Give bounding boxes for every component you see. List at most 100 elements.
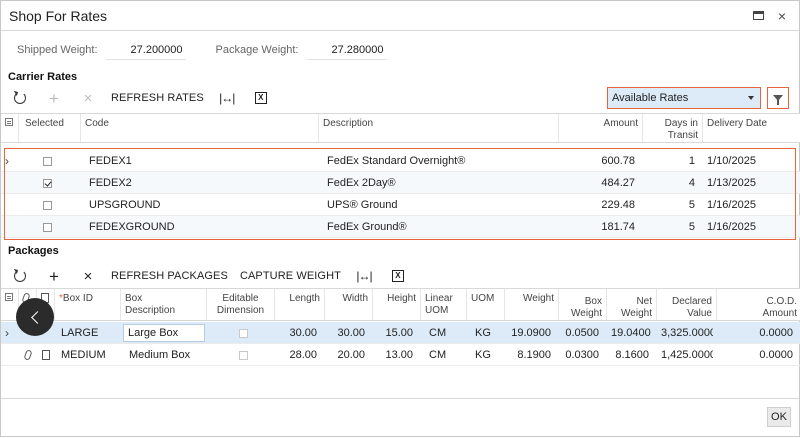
add-package-icon[interactable]: + [43,265,65,287]
packages-header: * Box ID Box Description Editable Dimensi… [1,288,800,321]
col-selected[interactable]: Selected [19,114,81,142]
fit-columns-icon[interactable]: |↔| [216,87,238,109]
rate-amount: 181.74 [601,221,635,233]
col-description[interactable]: Description [319,114,559,142]
col-width[interactable]: Width [325,289,373,320]
col-declared-line1: Declared [671,296,712,307]
shop-for-rates-dialog: Shop For Rates × Shipped Weight: 27.2000… [0,0,800,437]
rates-filter-value: Available Rates [612,92,689,104]
col-box-weight-line2: Weight [571,308,602,319]
col-editable-dimension[interactable]: Editable Dimension [207,289,275,320]
rate-days: 5 [688,221,695,233]
col-declared-value[interactable]: Declared Value [657,289,717,320]
export-excel-icon[interactable]: X [387,265,409,287]
col-net-weight-line2: Weight [621,308,652,319]
editable-dimension-checkbox[interactable] [235,344,255,366]
col-amount[interactable]: Amount [559,114,643,142]
rate-days: 1 [688,155,695,167]
note-icon[interactable] [38,344,54,366]
rate-amount: 484.27 [601,177,635,189]
col-box-weight[interactable]: Box Weight [559,289,607,320]
carrier-rates-title: Carrier Rates [8,71,78,83]
rate-description: UPS® Ground [327,199,398,211]
rate-selected-checkbox[interactable] [39,172,59,194]
col-box-id[interactable]: * Box ID [55,289,121,320]
package-weight-value: 27.280000 [306,41,387,60]
refresh-icon[interactable] [9,265,31,287]
rate-description: FedEx 2Day® [327,177,396,189]
package-uom: KG [475,349,491,361]
col-linear-uom[interactable]: Linear UOM [421,289,467,320]
rate-amount: 600.78 [601,155,635,167]
col-uom[interactable]: UOM [467,289,505,320]
rate-description: FedEx Standard Overnight® [327,155,466,167]
rate-row[interactable]: UPSGROUND UPS® Ground 229.48 5 1/16/2025 [1,194,800,216]
col-linear-line1: Linear [425,293,453,304]
packages-toolbar: + × REFRESH PACKAGES CAPTURE WEIGHT |↔| … [1,263,800,289]
filter-icon [773,95,783,105]
package-length: 28.00 [289,349,317,361]
rates-filter-select[interactable]: Available Rates [607,87,761,109]
package-weight: 19.0900 [511,327,551,339]
col-days-in-transit[interactable]: Days in Transit [643,114,703,142]
packages-title: Packages [8,245,59,257]
rate-days: 4 [688,177,695,189]
col-box-description[interactable]: Box Description [121,289,207,320]
col-net-weight[interactable]: Net Weight [607,289,657,320]
col-declared-line2: Value [687,308,712,319]
filter-button[interactable] [767,87,789,109]
package-linear-uom: CM [429,327,447,339]
package-description[interactable]: Large Box [123,324,205,342]
editable-dimension-checkbox[interactable] [235,322,255,344]
package-row[interactable]: MEDIUM Medium Box 28.00 20.00 13.00 CM K… [1,344,800,366]
rate-code: FEDEXGROUND [89,221,175,233]
fit-columns-icon[interactable]: |↔| [353,265,375,287]
capture-weight-button[interactable]: CAPTURE WEIGHT [240,265,341,287]
package-width: 20.00 [337,349,365,361]
rate-amount: 229.48 [601,199,635,211]
col-cod-amount[interactable]: C.O.D. Amount [717,289,800,320]
add-row-icon[interactable]: + [43,87,65,109]
rate-row[interactable]: › FEDEX1 FedEx Standard Overnight® 600.7… [1,150,800,172]
refresh-packages-button[interactable]: REFRESH PACKAGES [111,265,228,287]
rate-selected-checkbox[interactable] [39,216,59,238]
col-length[interactable]: Length [275,289,325,320]
col-net-weight-line1: Net [636,296,652,307]
col-delivery-date[interactable]: Delivery Date [703,114,800,142]
delete-package-icon[interactable]: × [77,265,99,287]
maximize-icon[interactable] [749,7,767,25]
col-box-id-label: Box ID [62,293,93,304]
ok-button[interactable]: OK [767,407,791,427]
package-box-id[interactable]: LARGE [57,322,119,344]
attachment-icon[interactable] [21,344,37,366]
rate-row[interactable]: FEDEX2 FedEx 2Day® 484.27 4 1/13/2025 [1,172,800,194]
col-weight[interactable]: Weight [505,289,559,320]
col-days-line2: Transit [667,130,698,141]
rate-selected-checkbox[interactable] [39,194,59,216]
package-declared-value: 1,425.0000 [661,349,713,361]
package-description[interactable]: Medium Box [125,344,207,366]
col-editable-line1: Editable [222,293,259,304]
rate-selected-checkbox[interactable] [39,150,59,172]
col-days-line1: Days in [664,118,698,129]
column-settings-icon[interactable] [1,114,19,142]
col-box-description-line1: Box [125,293,143,304]
col-height[interactable]: Height [373,289,421,320]
refresh-rates-button[interactable]: REFRESH RATES [111,87,204,109]
package-box-id[interactable]: MEDIUM [57,344,119,366]
shipped-weight-value: 27.200000 [105,41,186,60]
package-cod-amount: 0.0000 [759,327,793,339]
carrier-rates-toolbar: + × REFRESH RATES |↔| X Available Rates [1,85,799,111]
delete-row-icon[interactable]: × [77,87,99,109]
back-button[interactable] [16,298,54,336]
export-excel-icon[interactable]: X [250,87,272,109]
package-width: 30.00 [337,327,365,339]
package-row[interactable]: › LARGE Large Box 30.00 30.00 15.00 CM K… [1,322,800,344]
rate-row[interactable]: FEDEXGROUND FedEx Ground® 181.74 5 1/16/… [1,216,800,238]
row-selector-arrow-icon: › [5,326,9,340]
rate-code: UPSGROUND [89,199,161,211]
col-code[interactable]: Code [81,114,319,142]
package-length: 30.00 [289,327,317,339]
close-icon[interactable]: × [773,7,791,25]
refresh-icon[interactable] [9,87,31,109]
